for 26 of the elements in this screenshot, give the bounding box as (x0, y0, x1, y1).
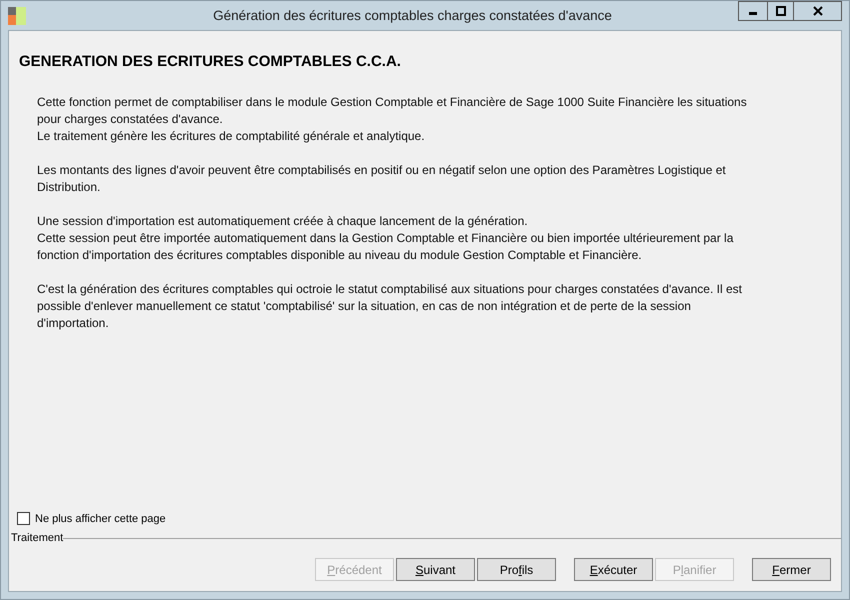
action-button[interactable]: Fermer (752, 558, 831, 581)
close-button[interactable] (793, 1, 842, 21)
group-label: Traitement (10, 532, 64, 544)
description-text: possible d'enlever manuellement ce statut 'comptabilisé' sur la situation, en cas de non intégration et de perte de la session (37, 298, 692, 315)
description-text: d'importation. (37, 315, 110, 332)
maximize-icon (776, 6, 786, 16)
window-title: Génération des écritures comptables charges constatées d'avance (212, 8, 613, 23)
checkbox[interactable] (17, 512, 30, 525)
minimize-button[interactable] (738, 1, 768, 21)
description-text: pour charges constatées d'avance. (37, 111, 224, 128)
checkbox-label: Ne plus afficher cette page (35, 512, 166, 524)
description-text: fonction d'importation des écritures comptables disponible au niveau du module Gestion Comptable et Financière. (37, 247, 643, 264)
action-button[interactable]: Exécuter (574, 558, 653, 581)
description-text: Une session d'importation est automatiquement créée à chaque lancement de la génération. (37, 213, 529, 230)
description-text: Cette fonction permet de comptabiliser dans le module Gestion Comptable et Financière de Sage 1000 Suite Financière les situations (37, 94, 748, 111)
action-button[interactable]: Suivant (396, 558, 475, 581)
description-text: Le traitement génère les écritures de comptabilité générale et analytique. (37, 128, 426, 145)
description-text: Distribution. (37, 179, 102, 196)
close-icon (812, 6, 822, 16)
page-heading: GENERATION DES ECRITURES COMPTABLES C.C.A. (18, 52, 402, 70)
description-text: Les montants des lignes d'avoir peuvent être comptabilisés en positif ou en négatif selon une option des Paramètres Logistique et (37, 162, 727, 179)
description-text: Cette session peut être importée automatiquement dans la Gestion Comptable et Financière ou bien importée ultérieurement par la (37, 230, 734, 247)
maximize-button[interactable] (767, 1, 794, 21)
action-button[interactable]: Profils (477, 558, 556, 581)
app-icon (8, 6, 26, 24)
description-text: C'est la génération des écritures comptables qui octroie le statut comptabilisé aux situations pour charges constatées d'avance. Il est (37, 281, 743, 298)
